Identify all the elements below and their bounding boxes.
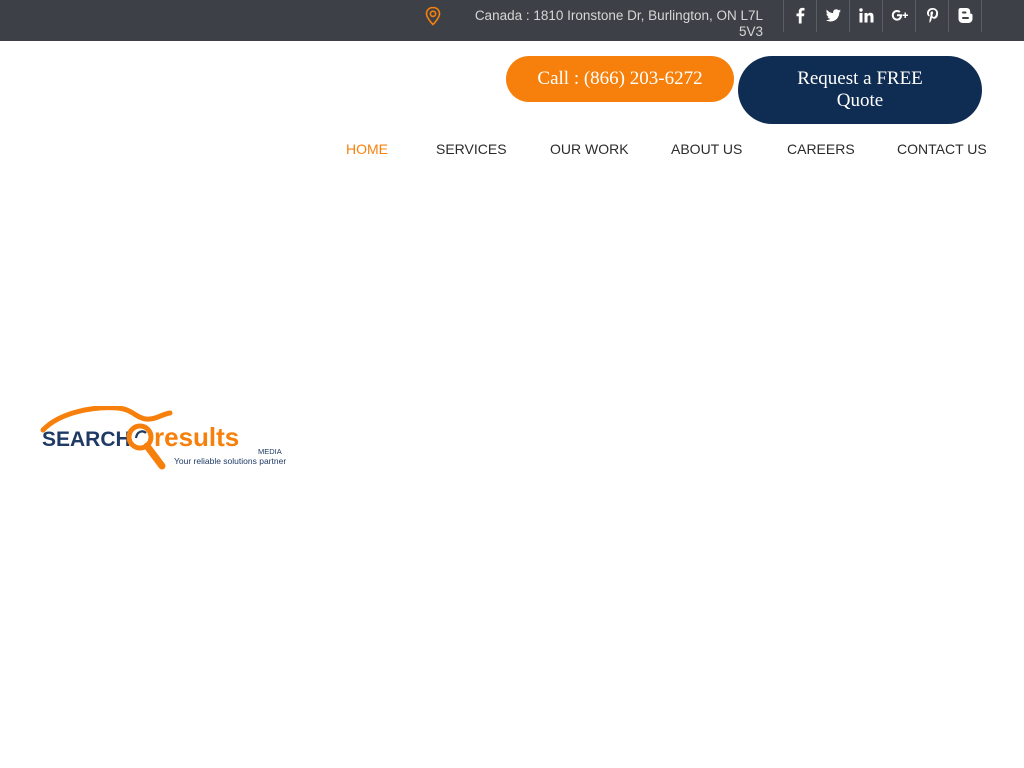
- facebook-icon: [796, 7, 805, 24]
- top-bar: Canada : 1810 Ironstone Dr, Burlington, …: [0, 0, 1024, 41]
- google-plus-icon: [891, 10, 908, 21]
- site-logo[interactable]: SEARCH results MEDIA Your reliable solut…: [40, 406, 294, 474]
- twitter-link[interactable]: [817, 0, 850, 32]
- nav-contact-us[interactable]: CONTACT US: [897, 141, 987, 157]
- nav-about-us[interactable]: ABOUT US: [671, 141, 742, 157]
- logo-word-results: results: [154, 422, 239, 452]
- blogger-icon: [958, 8, 973, 23]
- nav-home[interactable]: HOME: [346, 141, 388, 157]
- address-text: Canada : 1810 Ironstone Dr, Burlington, …: [474, 8, 763, 39]
- pinterest-icon: [927, 8, 939, 23]
- nav-careers[interactable]: CAREERS: [787, 141, 855, 157]
- main-nav: HOME SERVICES OUR WORK ABOUT US CAREERS …: [0, 141, 1024, 161]
- map-pin-icon: [425, 6, 441, 26]
- blogger-link[interactable]: [949, 0, 982, 32]
- linkedin-icon: [859, 8, 874, 23]
- call-button[interactable]: Call : (866) 203-6272: [506, 56, 734, 102]
- google-plus-link[interactable]: [883, 0, 916, 32]
- social-links: [783, 0, 982, 32]
- facebook-link[interactable]: [784, 0, 817, 32]
- pinterest-link[interactable]: [916, 0, 949, 32]
- nav-services[interactable]: SERVICES: [436, 141, 507, 157]
- twitter-icon: [825, 9, 841, 22]
- logo-word-search: SEARCH: [42, 428, 131, 451]
- nav-our-work[interactable]: OUR WORK: [550, 141, 629, 157]
- linkedin-link[interactable]: [850, 0, 883, 32]
- logo-media: MEDIA: [258, 447, 282, 456]
- logo-swoosh: [40, 406, 173, 433]
- request-quote-button[interactable]: Request a FREE Quote: [738, 56, 982, 124]
- logo-tagline: Your reliable solutions partner: [174, 456, 286, 466]
